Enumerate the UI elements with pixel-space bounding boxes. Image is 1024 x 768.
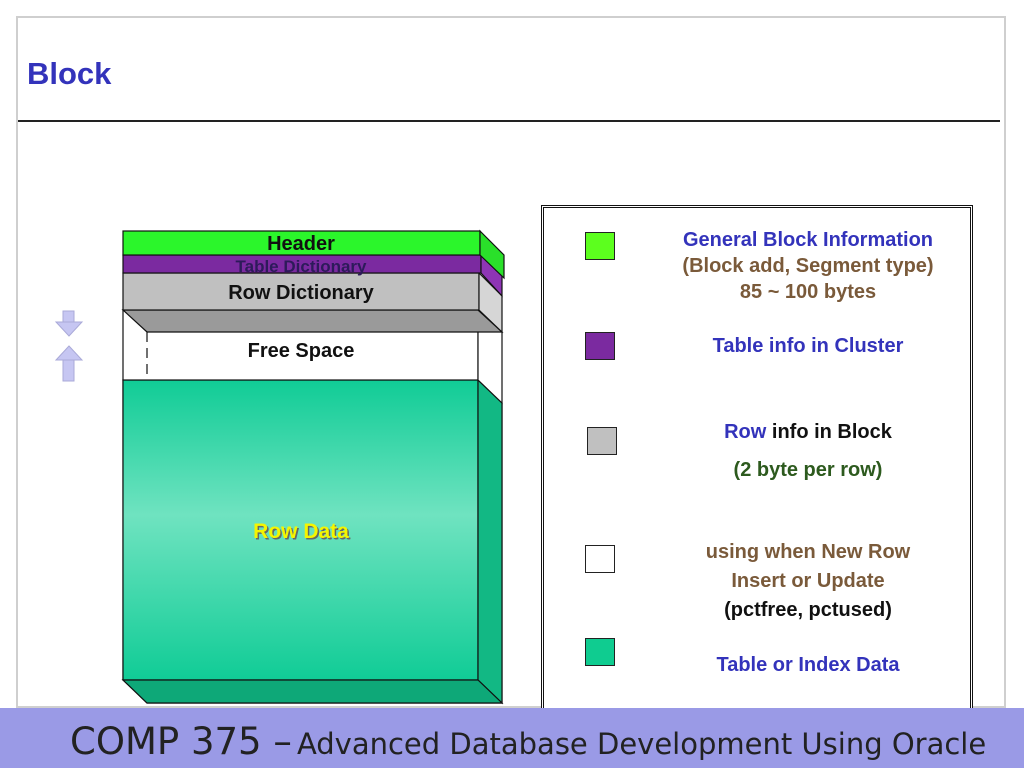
legend-item-row-info: Row info in Block (2 byte per row) [658, 419, 958, 483]
legend-general-block-line2: (Block add, Segment type) [682, 255, 934, 277]
legend-general-block-line1: General Block Information [682, 229, 934, 251]
legend-swatch-table-data [585, 638, 615, 666]
footer-course-code: COMP 375 – [70, 720, 292, 763]
row-data-side [477, 378, 503, 705]
legend-item-free-space: using when New Row Insert or Update (pct… [658, 538, 958, 625]
legend-general-block-line3: 85 ~ 100 bytes [739, 281, 877, 303]
row-data-bottom [121, 679, 504, 704]
footer-course-title: Advanced Database Development Using Orac… [296, 727, 987, 761]
legend-swatch-table-info [585, 332, 615, 360]
legend-swatch-row-info [587, 427, 617, 455]
legend-table-info-text: Table info in Cluster [712, 335, 904, 357]
legend-free-space-line2: Insert or Update [731, 570, 885, 592]
header-label: Header [267, 233, 335, 255]
legend-row-info-rest: info in Block [771, 421, 892, 443]
arrow-down-icon [54, 310, 84, 337]
legend-swatch-free-space [585, 545, 615, 573]
row-data-label: Row Data [253, 520, 349, 543]
legend-free-space-line3: (pctfree, pctused) [724, 599, 892, 621]
legend-item-general-block: General Block Information (Block add, Se… [658, 227, 958, 305]
legend-table-data-text: Table or Index Data [716, 654, 900, 676]
legend-swatch-general-block [585, 232, 615, 260]
legend-free-space-line1: using when New Row [705, 541, 911, 563]
legend-row-info-word: Row [724, 421, 767, 443]
row-dictionary-label: Row Dictionary [228, 282, 374, 304]
free-space-label: Free Space [248, 340, 355, 362]
table-dictionary-label: Table Dictionary [236, 257, 368, 276]
footer-course: COMP 375 – Advanced Database Development… [70, 720, 986, 763]
free-space-top-shade [121, 309, 504, 333]
arrow-up-icon [54, 345, 84, 382]
legend-row-info-line2: (2 byte per row) [733, 459, 883, 481]
